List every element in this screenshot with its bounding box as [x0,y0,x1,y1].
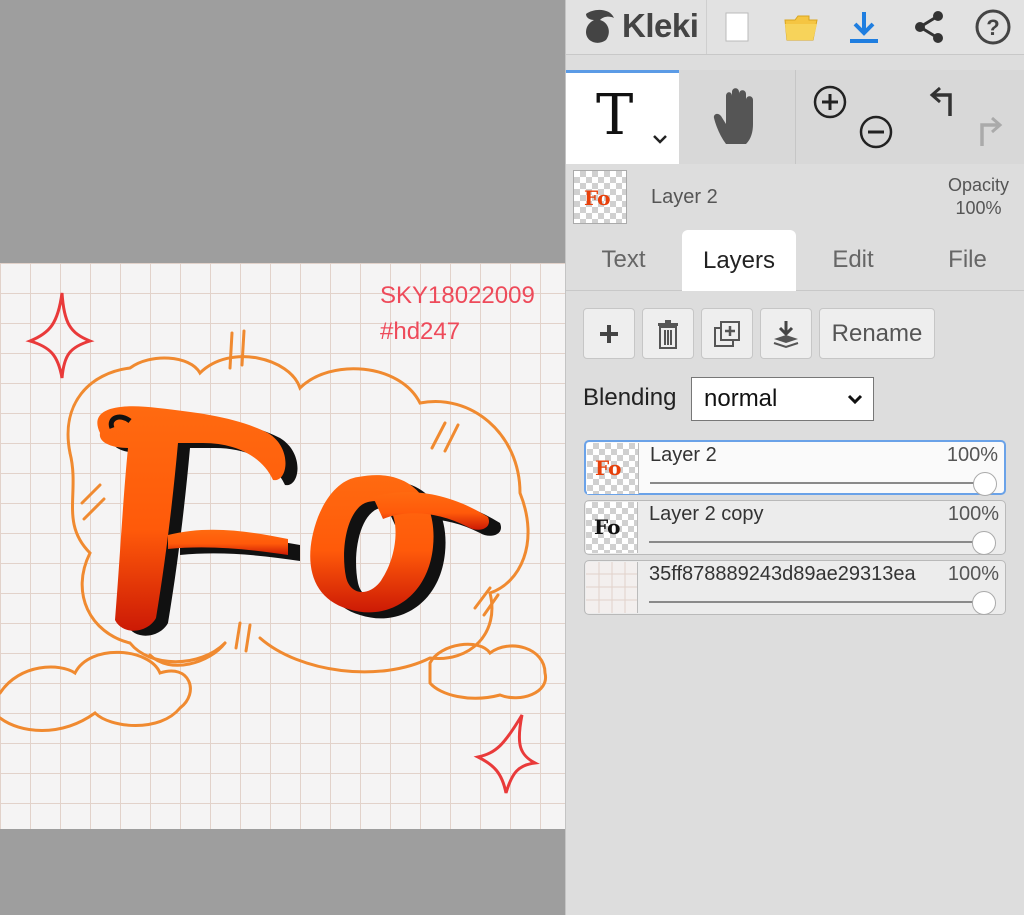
layer-opacity-slider[interactable] [649,601,987,603]
chevron-down-icon[interactable] [652,133,668,145]
watermark-line-1: SKY18022009 [380,282,535,309]
opacity-label: Opacity [947,175,1009,195]
layer-opacity-knob[interactable] [972,531,996,555]
redo-button[interactable] [970,114,1006,155]
tool-row: T [566,70,1024,164]
rename-layer-button[interactable]: Rename [819,308,935,359]
kleki-logo-icon [586,9,614,43]
layer-name: Layer 2 copy [649,503,764,525]
download-icon [850,12,878,43]
hand-tool-button[interactable] [679,70,795,164]
app-name: Kleki [622,7,699,44]
tab-layers[interactable]: Layers [682,230,796,291]
svg-text:Fo: Fo [595,456,621,480]
top-toolbar: Kleki ? [566,0,1024,55]
tool-divider [795,70,796,164]
text-tool-button[interactable]: T [566,70,679,164]
undo-button[interactable] [926,84,962,125]
current-layer-thumbnail: Fo [573,170,627,224]
merge-layer-button[interactable] [760,308,812,359]
tab-file[interactable]: File [910,230,1024,290]
side-panel: Kleki ? T Fo Layer 2 Opacity 100% Text L… [565,0,1024,915]
undo-icon [929,86,952,116]
layer-opacity: 100% [946,444,998,466]
layer-opacity-slider[interactable] [650,482,986,484]
current-layer-info: Fo Layer 2 Opacity 100% [566,166,1024,228]
share-icon [915,11,943,43]
duplicate-icon [714,320,740,347]
opacity-value: 100% [955,198,1002,218]
layer-name: Layer 2 [650,444,717,466]
layer-row-background[interactable]: 35ff878889243d89ae29313ea 100% [584,560,1006,615]
current-layer-opacity[interactable]: Opacity 100% [948,174,1009,220]
chevron-down-icon [847,394,863,405]
svg-text:?: ? [986,15,999,40]
folder-icon [784,15,818,41]
panel-tabs: Text Layers Edit File [566,230,1024,291]
help-button[interactable]: ? [966,0,1020,54]
help-icon: ? [975,9,1011,45]
kleki-logo[interactable]: Kleki [580,4,699,48]
layer-opacity-knob[interactable] [973,472,997,496]
layer-name: 35ff878889243d89ae29313ea [649,563,916,585]
current-layer-name: Layer 2 [651,186,718,208]
merge-down-icon [773,320,799,348]
trash-icon [658,319,678,349]
open-file-button[interactable] [774,0,828,54]
layer-opacity: 100% [945,563,999,586]
blending-value: normal [704,385,778,412]
save-button[interactable] [837,0,891,54]
svg-text:Fo: Fo [584,186,610,210]
redo-icon [980,116,1003,146]
blending-select[interactable]: normal [691,377,874,421]
artwork-canvas[interactable]: SKY18022009 #hd247 [0,263,565,829]
text-tool-icon: T [596,83,634,148]
watermark-line-2: #hd247 [380,318,460,345]
layer-row-layer-2[interactable]: Fo Layer 2 100% [584,440,1006,496]
share-button[interactable] [902,0,956,54]
layer-opacity-knob[interactable] [972,591,996,615]
layer-thumbnail [586,562,638,613]
toolbar-divider [706,0,707,54]
zoom-out-button[interactable] [858,114,894,155]
tab-text[interactable]: Text [566,230,681,290]
svg-text:Fo: Fo [594,515,620,539]
delete-layer-button[interactable] [642,308,694,359]
zoom-out-icon [859,115,893,149]
canvas-area[interactable]: SKY18022009 #hd247 [0,0,565,915]
layer-opacity-slider[interactable] [649,541,987,543]
hand-icon [713,88,753,144]
file-icon [725,12,749,42]
layer-row-layer-2-copy[interactable]: Fo Layer 2 copy 100% [584,500,1006,555]
zoom-in-button[interactable] [812,84,848,125]
zoom-in-icon [813,85,847,119]
tab-edit[interactable]: Edit [796,230,910,290]
add-layer-button[interactable] [583,308,635,359]
blending-label: Blending [583,384,677,411]
layer-thumbnail: Fo [587,443,639,494]
new-image-button[interactable] [710,0,764,54]
layer-thumbnail: Fo [586,502,638,553]
layer-opacity: 100% [947,503,999,525]
plus-icon [600,324,618,343]
duplicate-layer-button[interactable] [701,308,753,359]
